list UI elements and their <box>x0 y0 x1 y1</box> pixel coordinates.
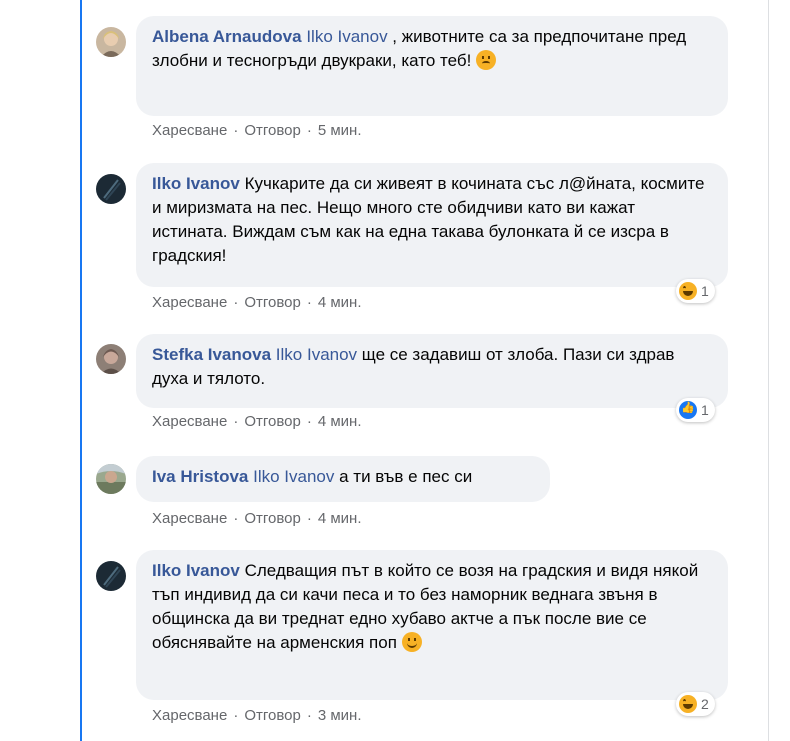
like-button[interactable]: Харесване <box>152 707 227 724</box>
like-icon <box>679 401 697 419</box>
separator: · <box>306 707 312 724</box>
separator: · <box>233 413 239 430</box>
separator: · <box>306 413 312 430</box>
comment-author[interactable]: Albena Arnaudova <box>152 27 302 46</box>
comment-mention[interactable]: Ilko Ivanov <box>306 27 387 46</box>
avatar[interactable] <box>96 344 126 374</box>
avatar[interactable] <box>96 561 126 591</box>
comment-author[interactable]: Ilko Ivanov <box>152 174 240 193</box>
like-button[interactable]: Харесване <box>152 413 227 430</box>
like-button[interactable]: Харесване <box>152 510 227 527</box>
like-button[interactable]: Харесване <box>152 294 227 311</box>
reply-button[interactable]: Отговор <box>244 707 301 724</box>
haha-icon <box>679 695 697 713</box>
separator: · <box>233 707 239 724</box>
comment-time[interactable]: 3 мин. <box>318 707 362 724</box>
avatar[interactable] <box>96 27 126 57</box>
comment-actions: Харесване · Отговор · 4 мин. <box>152 510 361 527</box>
comment-bubble: Ilko Ivanov Кучкарите да си живеят в коч… <box>136 163 728 287</box>
comment-actions: Харесване · Отговор · 5 мин. <box>152 122 361 139</box>
comment-author[interactable]: Ilko Ivanov <box>152 561 240 580</box>
reply-button[interactable]: Отговор <box>244 122 301 139</box>
comment-bubble: Albena Arnaudova Ilko Ivanov , животните… <box>136 16 728 116</box>
comment-bubble: Ilko Ivanov Следващия път в който се воз… <box>136 550 728 700</box>
reaction-summary[interactable]: 2 <box>676 692 715 716</box>
reaction-count: 1 <box>701 283 709 299</box>
comment-mention[interactable]: Ilko Ivanov <box>276 345 357 364</box>
comment-bubble: Stefka Ivanova Ilko Ivanov ще се задавиш… <box>136 334 728 408</box>
separator: · <box>233 294 239 311</box>
reaction-summary[interactable]: 1 <box>676 398 715 422</box>
thread-line <box>80 0 82 741</box>
comment-actions: Харесване · Отговор · 3 мин. <box>152 707 361 724</box>
reply-button[interactable]: Отговор <box>244 294 301 311</box>
comment-actions: Харесване · Отговор · 4 мин. <box>152 413 361 430</box>
panel-border <box>768 0 769 741</box>
comment-author[interactable]: Iva Hristova <box>152 467 248 486</box>
avatar[interactable] <box>96 174 126 204</box>
comment-time[interactable]: 5 мин. <box>318 122 362 139</box>
reaction-summary[interactable]: 1 <box>676 279 715 303</box>
comment-actions: Харесване · Отговор · 4 мин. <box>152 294 361 311</box>
comment-text: а ти във е пес си <box>334 467 473 486</box>
haha-icon <box>679 282 697 300</box>
separator: · <box>233 122 239 139</box>
angry-face-icon <box>476 50 497 70</box>
like-button[interactable]: Харесване <box>152 122 227 139</box>
reaction-count: 1 <box>701 402 709 418</box>
avatar[interactable] <box>96 464 126 494</box>
smiling-face-icon <box>401 632 422 652</box>
reply-button[interactable]: Отговор <box>244 510 301 527</box>
reply-button[interactable]: Отговор <box>244 413 301 430</box>
comment-time[interactable]: 4 мин. <box>318 413 362 430</box>
reaction-count: 2 <box>701 696 709 712</box>
separator: · <box>306 294 312 311</box>
comment-author[interactable]: Stefka Ivanova <box>152 345 271 364</box>
comment-time[interactable]: 4 мин. <box>318 294 362 311</box>
comment-time[interactable]: 4 мин. <box>318 510 362 527</box>
comment-bubble: Iva Hristova Ilko Ivanov а ти във е пес … <box>136 456 550 502</box>
separator: · <box>306 122 312 139</box>
separator: · <box>306 510 312 527</box>
comment-mention[interactable]: Ilko Ivanov <box>253 467 334 486</box>
separator: · <box>233 510 239 527</box>
